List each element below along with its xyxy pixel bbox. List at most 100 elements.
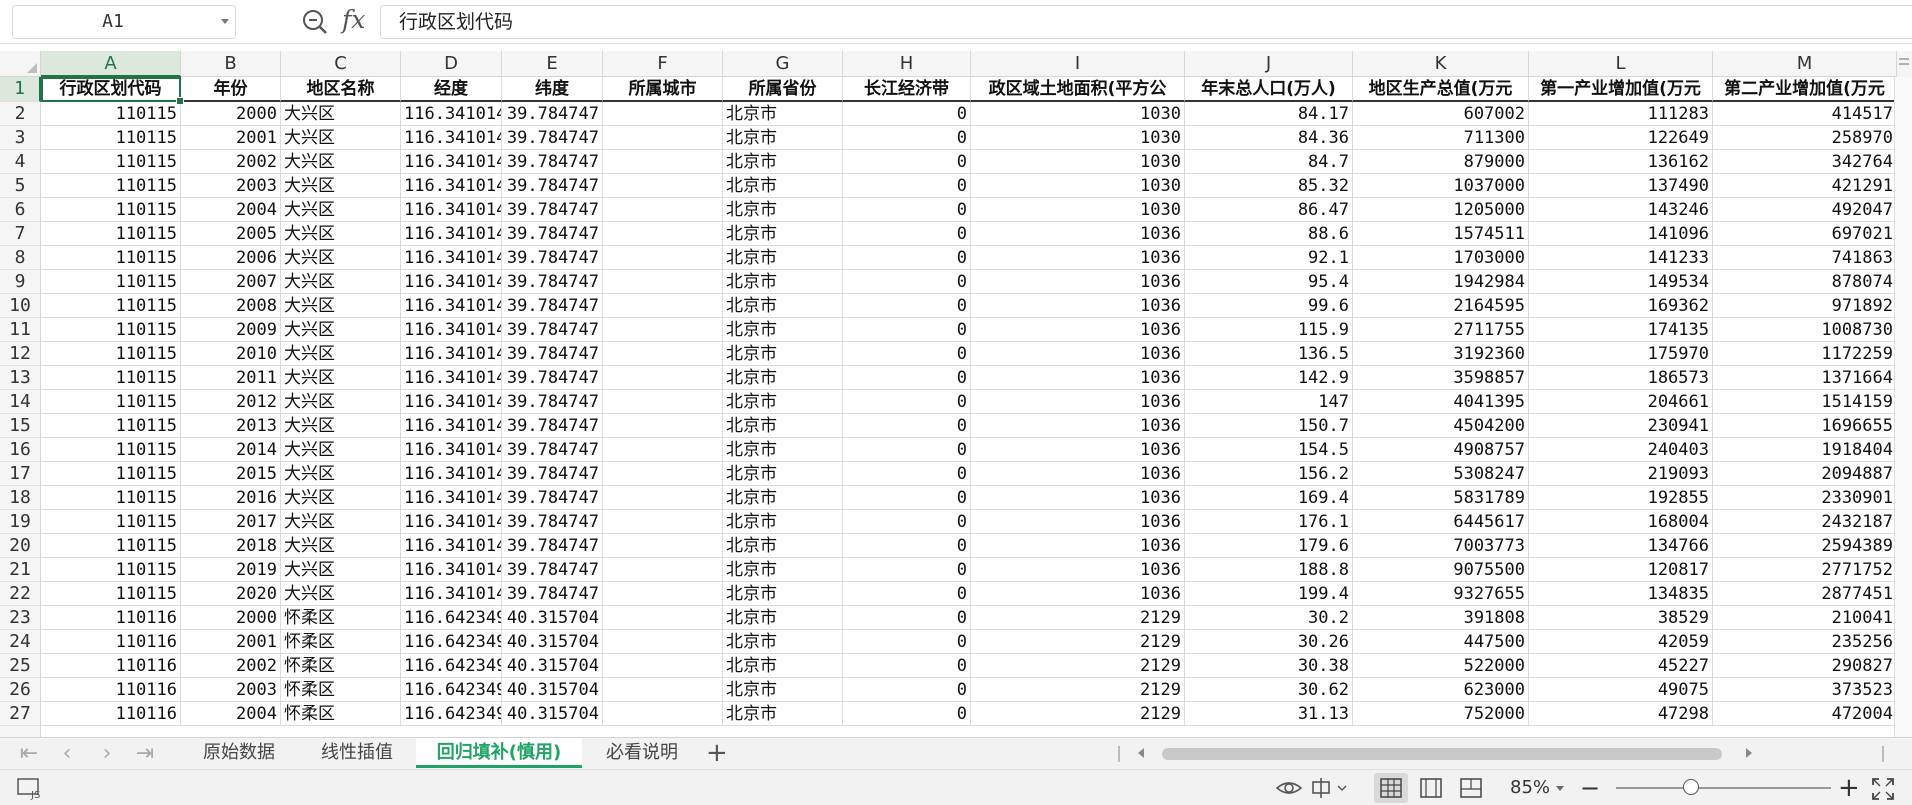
macro-record-icon[interactable]: JS [16,776,44,800]
table-cell[interactable]: 大兴区 [281,534,401,558]
table-cell[interactable]: 0 [843,102,971,126]
table-cell[interactable]: 2594389 [1713,534,1897,558]
table-cell[interactable]: 31.13 [1185,702,1353,726]
table-cell[interactable]: 116.341014 [401,294,502,318]
table-cell[interactable]: 147 [1185,390,1353,414]
row-header-2[interactable]: 2 [0,102,41,126]
table-cell[interactable]: 95.4 [1185,270,1353,294]
table-cell[interactable]: 3192360 [1353,342,1529,366]
table-cell[interactable] [603,438,723,462]
row-header-1[interactable]: 1 [0,77,41,102]
table-cell[interactable]: 39.784747 [502,414,603,438]
table-cell[interactable]: 0 [843,678,971,702]
table-cell[interactable] [603,150,723,174]
table-cell[interactable] [603,414,723,438]
table-cell[interactable]: 1703000 [1353,246,1529,270]
table-cell[interactable]: 49075 [1529,678,1713,702]
column-header-a[interactable]: A [41,51,181,77]
table-cell[interactable]: 2094887 [1713,462,1897,486]
column-header-i[interactable]: I [971,51,1185,77]
table-cell[interactable]: 4504200 [1353,414,1529,438]
table-cell[interactable]: 1036 [971,390,1185,414]
first-sheet-icon[interactable]: ⇤ [14,742,44,766]
table-cell[interactable]: 110115 [41,198,181,222]
table-cell[interactable]: 258970 [1713,126,1897,150]
table-cell[interactable]: 110115 [41,414,181,438]
row-header-25[interactable]: 25 [0,654,41,678]
table-cell[interactable]: 2012 [181,390,281,414]
table-cell[interactable]: 北京市 [723,270,843,294]
table-cell[interactable]: 大兴区 [281,462,401,486]
table-cell[interactable]: 39.784747 [502,198,603,222]
table-cell[interactable]: 116.341014 [401,174,502,198]
table-cell[interactable]: 0 [843,462,971,486]
table-cell[interactable]: 39.784747 [502,462,603,486]
table-cell[interactable]: 1036 [971,486,1185,510]
table-cell[interactable]: 北京市 [723,654,843,678]
table-cell[interactable]: 5831789 [1353,486,1529,510]
row-header-13[interactable]: 13 [0,366,41,390]
table-cell[interactable] [603,582,723,606]
table-cell[interactable]: 5308247 [1353,462,1529,486]
row-header-11[interactable]: 11 [0,318,41,342]
table-cell[interactable]: 2001 [181,630,281,654]
table-cell[interactable]: 1036 [971,246,1185,270]
table-cell[interactable]: 39.784747 [502,222,603,246]
header-cell[interactable]: 行政区划代码 [41,77,181,102]
table-cell[interactable]: 2003 [181,174,281,198]
table-cell[interactable]: 39.784747 [502,318,603,342]
table-cell[interactable]: 40.315704 [502,702,603,726]
table-cell[interactable]: 0 [843,390,971,414]
page-break-view-button[interactable] [1454,773,1488,803]
table-cell[interactable]: 39.784747 [502,270,603,294]
table-cell[interactable]: 大兴区 [281,294,401,318]
table-cell[interactable]: 150.7 [1185,414,1353,438]
table-cell[interactable]: 116.642349 [401,654,502,678]
horizontal-scrollbar[interactable] [1132,744,1758,764]
table-cell[interactable] [603,678,723,702]
table-cell[interactable]: 741863 [1713,246,1897,270]
table-cell[interactable] [603,462,723,486]
table-cell[interactable]: 149534 [1529,270,1713,294]
table-cell[interactable]: 141233 [1529,246,1713,270]
table-cell[interactable]: 0 [843,222,971,246]
row-header-5[interactable]: 5 [0,174,41,198]
table-cell[interactable]: 2018 [181,534,281,558]
table-cell[interactable]: 116.341014 [401,486,502,510]
row-header-6[interactable]: 6 [0,198,41,222]
table-cell[interactable]: 0 [843,654,971,678]
column-header-k[interactable]: K [1353,51,1529,77]
table-cell[interactable]: 2011 [181,366,281,390]
table-cell[interactable]: 0 [843,486,971,510]
table-cell[interactable]: 1036 [971,414,1185,438]
table-cell[interactable]: 北京市 [723,438,843,462]
table-cell[interactable]: 1036 [971,462,1185,486]
table-cell[interactable]: 北京市 [723,558,843,582]
table-cell[interactable]: 110115 [41,246,181,270]
table-cell[interactable]: 219093 [1529,462,1713,486]
prev-sheet-icon[interactable]: ‹ [52,742,82,766]
row-header-12[interactable]: 12 [0,342,41,366]
table-cell[interactable]: 110115 [41,510,181,534]
table-cell[interactable]: 大兴区 [281,366,401,390]
table-cell[interactable]: 2129 [971,702,1185,726]
table-cell[interactable]: 169362 [1529,294,1713,318]
table-cell[interactable]: 39.784747 [502,342,603,366]
table-cell[interactable]: 30.2 [1185,606,1353,630]
zoom-level-dropdown[interactable]: 85% [1510,770,1565,805]
table-cell[interactable]: 2010 [181,342,281,366]
table-cell[interactable] [603,630,723,654]
row-header-10[interactable]: 10 [0,294,41,318]
table-cell[interactable]: 北京市 [723,414,843,438]
table-cell[interactable]: 1036 [971,582,1185,606]
table-cell[interactable]: 1036 [971,342,1185,366]
table-cell[interactable]: 30.62 [1185,678,1353,702]
table-cell[interactable]: 2007 [181,270,281,294]
table-cell[interactable]: 北京市 [723,630,843,654]
table-cell[interactable]: 290827 [1713,654,1897,678]
table-cell[interactable]: 116.341014 [401,438,502,462]
table-cell[interactable]: 84.7 [1185,150,1353,174]
table-cell[interactable]: 110115 [41,558,181,582]
table-cell[interactable]: 大兴区 [281,222,401,246]
header-cell[interactable]: 年份 [181,77,281,102]
